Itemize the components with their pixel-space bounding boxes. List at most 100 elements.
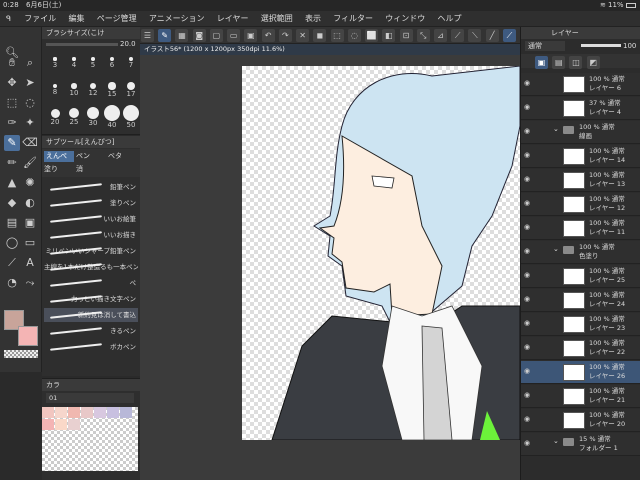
correct-line-icon[interactable]: ⤳ xyxy=(22,275,38,291)
visibility-eye-icon[interactable]: ◉ xyxy=(524,248,533,255)
menu-icon[interactable]: ☰ xyxy=(141,29,154,42)
menu-view[interactable]: 表示 xyxy=(300,11,326,27)
opacity-slider[interactable] xyxy=(581,44,621,47)
subtool-item[interactable]: いいお絵筆 xyxy=(44,212,138,226)
layer-row[interactable]: ◉ 100 % 通常 レイヤー 22 xyxy=(521,337,640,360)
subtool-item[interactable]: ミリペンいいシャープ鉛筆ペン xyxy=(44,244,138,258)
layer-row[interactable]: ◉ 100 % 通常 レイヤー 23 xyxy=(521,313,640,336)
brush-size-option[interactable]: 17 xyxy=(121,80,141,102)
visibility-eye-icon[interactable]: ◉ xyxy=(524,320,533,327)
visibility-eye-icon[interactable]: ◉ xyxy=(524,224,533,231)
layer-row[interactable]: ◉ 100 % 通常 レイヤー 24 xyxy=(521,289,640,312)
object-tool-icon[interactable]: ➤ xyxy=(22,75,38,91)
eraser-tool-icon[interactable]: ⌫ xyxy=(22,135,38,151)
palette-swatch[interactable] xyxy=(42,407,54,418)
visibility-eye-icon[interactable]: ◉ xyxy=(524,176,533,183)
subtool-tab-fill[interactable]: ベタ xyxy=(108,151,138,162)
select-all-icon[interactable]: ⬜ xyxy=(365,29,379,42)
palette-swatch[interactable] xyxy=(55,407,67,418)
canvas-paper[interactable] xyxy=(242,66,520,440)
menu-selection[interactable]: 選択範囲 xyxy=(256,11,298,27)
visibility-eye-icon[interactable]: ◉ xyxy=(524,272,533,279)
brush-size-option[interactable]: 40 xyxy=(102,105,122,129)
subtool-item[interactable]: 新約見は消して書込 xyxy=(44,308,138,322)
layer-row[interactable]: ◉ 100 % 通常 レイヤー 12 xyxy=(521,193,640,216)
visibility-eye-icon[interactable]: ◉ xyxy=(524,128,533,135)
subtool-item[interactable]: 主線を1本だけ整造るも一本ペン xyxy=(44,260,138,274)
brush-size-option[interactable]: 5 xyxy=(83,53,103,75)
sub-color-swatch[interactable] xyxy=(18,326,38,346)
palette-swatch[interactable] xyxy=(68,407,80,418)
guide-icon[interactable]: ╱ xyxy=(485,29,499,42)
layer-row[interactable]: ◉ 100 % 通常 レイヤー 26 xyxy=(521,361,640,384)
airbrush-icon[interactable]: ▲ xyxy=(4,175,20,191)
subtool-item[interactable]: きるペン xyxy=(44,324,138,338)
visibility-eye-icon[interactable]: ◉ xyxy=(524,80,533,87)
menu-help[interactable]: ヘルプ xyxy=(433,11,467,27)
layer-row[interactable]: ◉ 100 % 通常 レイヤー 25 xyxy=(521,265,640,288)
invert-icon[interactable]: ◧ xyxy=(382,29,396,42)
gradient-icon[interactable]: ▤ xyxy=(4,215,20,231)
layer-icon[interactable]: ▦ xyxy=(175,29,189,42)
color-set-swatches[interactable] xyxy=(42,407,138,471)
pencil-tool-icon[interactable]: ✏ xyxy=(4,155,20,171)
menu-page[interactable]: ページ管理 xyxy=(92,11,142,27)
menu-filter[interactable]: フィルター xyxy=(328,11,378,27)
brush-size-option[interactable]: 6 xyxy=(102,53,122,75)
pen-mode-icon[interactable]: ✎ xyxy=(158,29,172,42)
magnifier-icon[interactable]: ⌕ xyxy=(22,55,38,71)
ellipse-tool-icon[interactable]: ◯ xyxy=(4,235,20,251)
brush-size-option[interactable]: 3 xyxy=(45,53,65,75)
menu-animation[interactable]: アニメーション xyxy=(144,11,210,27)
visibility-eye-icon[interactable]: ◉ xyxy=(524,368,533,375)
brush-size-slider[interactable] xyxy=(46,43,118,46)
selection-tool-icon[interactable]: ⬚ xyxy=(4,95,20,111)
palette-swatch[interactable] xyxy=(107,407,119,418)
pen-tool-icon[interactable]: ✎ xyxy=(4,135,20,151)
document-tab[interactable]: イラスト56* (1200 x 1200px 350dpi 11.6%) xyxy=(140,44,520,55)
folder-chevron-icon[interactable]: ⌄ xyxy=(553,245,559,253)
menu-file[interactable]: ファイル xyxy=(19,11,61,27)
subtool-tab-paint[interactable]: 塗り xyxy=(44,164,74,175)
fill-icon[interactable]: ◼ xyxy=(313,29,327,42)
fill-tool-icon[interactable]: ◐ xyxy=(22,195,38,211)
visibility-eye-icon[interactable]: ◉ xyxy=(524,200,533,207)
new-file-icon[interactable]: ▢ xyxy=(209,29,223,42)
brush-size-option[interactable]: 25 xyxy=(64,107,84,129)
eyedropper-icon[interactable]: ✑ xyxy=(4,115,20,131)
brush-size-option[interactable]: 7 xyxy=(121,53,141,75)
subtool-item[interactable]: いいお描き xyxy=(44,228,138,242)
layer-folder-row[interactable]: ◉ ⌄ 15 % 通常 フォルダー 1 xyxy=(521,433,640,456)
brush-size-option[interactable]: 20 xyxy=(45,107,65,129)
layer-clip-icon[interactable]: ▣ xyxy=(535,56,548,69)
decoration-icon[interactable]: ✺ xyxy=(22,175,38,191)
transparent-color-swatch[interactable] xyxy=(4,350,38,358)
palette-swatch[interactable] xyxy=(42,419,54,430)
subtool-item[interactable]: 鉛筆ペン xyxy=(44,180,138,194)
palette-swatch[interactable] xyxy=(68,419,80,430)
menu-window[interactable]: ウィンドウ xyxy=(380,11,430,27)
redo-icon[interactable]: ↷ xyxy=(278,29,292,42)
deselect-icon[interactable]: ◌ xyxy=(347,29,361,42)
brush-size-option[interactable]: 4 xyxy=(64,53,84,75)
subtool-item[interactable]: 塗りペン xyxy=(44,196,138,210)
layer-row[interactable]: ◉ 100 % 通常 レイヤー 21 xyxy=(521,385,640,408)
layer-folder-row[interactable]: ◉ ⌄ 100 % 通常 色塗り xyxy=(521,241,640,264)
brush-size-option[interactable]: 50 xyxy=(121,105,141,129)
layer-row[interactable]: ◉ 100 % 通常 レイヤー 6 xyxy=(521,73,640,96)
layer-folder-row[interactable]: ◉ ⌄ 100 % 通常 線画 xyxy=(521,121,640,144)
ruler-icon[interactable]: ⟋ xyxy=(451,29,465,42)
visibility-eye-icon[interactable]: ◉ xyxy=(524,392,533,399)
folder-chevron-icon[interactable]: ⌄ xyxy=(553,125,559,133)
blend-mode-select[interactable]: 通常 xyxy=(525,41,565,51)
move-tool-icon[interactable]: ✥ xyxy=(4,75,20,91)
snap-icon[interactable]: ⊿ xyxy=(433,29,447,42)
brush-size-option[interactable]: 15 xyxy=(102,80,122,102)
balloon-icon[interactable]: ◔ xyxy=(4,275,20,291)
menu-layer[interactable]: レイヤー xyxy=(212,11,254,27)
menu-edit[interactable]: 編集 xyxy=(64,11,90,27)
layer-row[interactable]: ◉ 100 % 通常 レイヤー 14 xyxy=(521,145,640,168)
open-folder-icon[interactable]: ▭ xyxy=(227,29,241,42)
subtool-tab-pen[interactable]: ペン xyxy=(76,151,106,162)
layer-lock-icon[interactable]: ▤ xyxy=(552,56,566,69)
